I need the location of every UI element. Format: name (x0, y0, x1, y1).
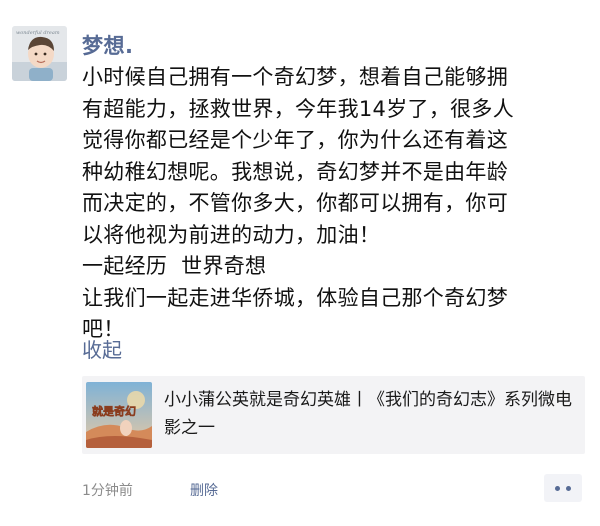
moments-post: wonderful dream 梦想. 小时候自己拥有一个奇幻梦，想着自己能够拥… (0, 0, 600, 526)
more-dots-icon (566, 486, 571, 491)
avatar[interactable]: wonderful dream (12, 26, 67, 81)
post-timestamp: 1分钟前 (82, 483, 133, 499)
content-line: 种幼稚幻想呢。我想说，奇幻梦并不是由年龄 (82, 159, 508, 184)
content-line: 有超能力，拯救世界，今年我14岁了，很多人 (82, 96, 515, 121)
more-dots-icon (555, 486, 560, 491)
shared-article-card[interactable]: 就是奇幻 小小蒲公英就是奇幻英雄丨《我们的奇幻志》系列微电影之一 (82, 376, 585, 454)
collapse-link[interactable]: 收起 (82, 334, 122, 363)
content-line: 而决定的，不管你多大，你都可以拥有，你可 (82, 191, 508, 215)
post-author[interactable]: 梦想. (82, 30, 133, 60)
avatar-caption: wonderful dream (16, 30, 60, 36)
post-content: 小时候自己拥有一个奇幻梦，想着自己能够拥 有超能力，拯救世界，今年我14岁了，很… (82, 62, 580, 346)
article-title: 小小蒲公英就是奇幻英雄丨《我们的奇幻志》系列微电影之一 (164, 390, 572, 438)
more-button[interactable] (544, 474, 582, 502)
content-line: 一起经历 世界奇想 (82, 254, 267, 278)
article-thumbnail: 就是奇幻 (86, 382, 152, 448)
avatar-image: wonderful dream (12, 26, 67, 81)
content-line: 觉得你都已经是个少年了，你为什么还有着这 (82, 128, 508, 152)
content-line: 吧！ (82, 317, 125, 341)
content-line: 让我们一起走进华侨城，体验自己那个奇幻梦 (82, 285, 508, 310)
thumbnail-caption: 就是奇幻 (92, 404, 136, 418)
content-line: 小时候自己拥有一个奇幻梦，想着自己能够拥 (82, 65, 508, 89)
content-line: 以将他视为前进的动力，加油！ (82, 222, 381, 247)
delete-link[interactable]: 删除 (190, 480, 218, 500)
